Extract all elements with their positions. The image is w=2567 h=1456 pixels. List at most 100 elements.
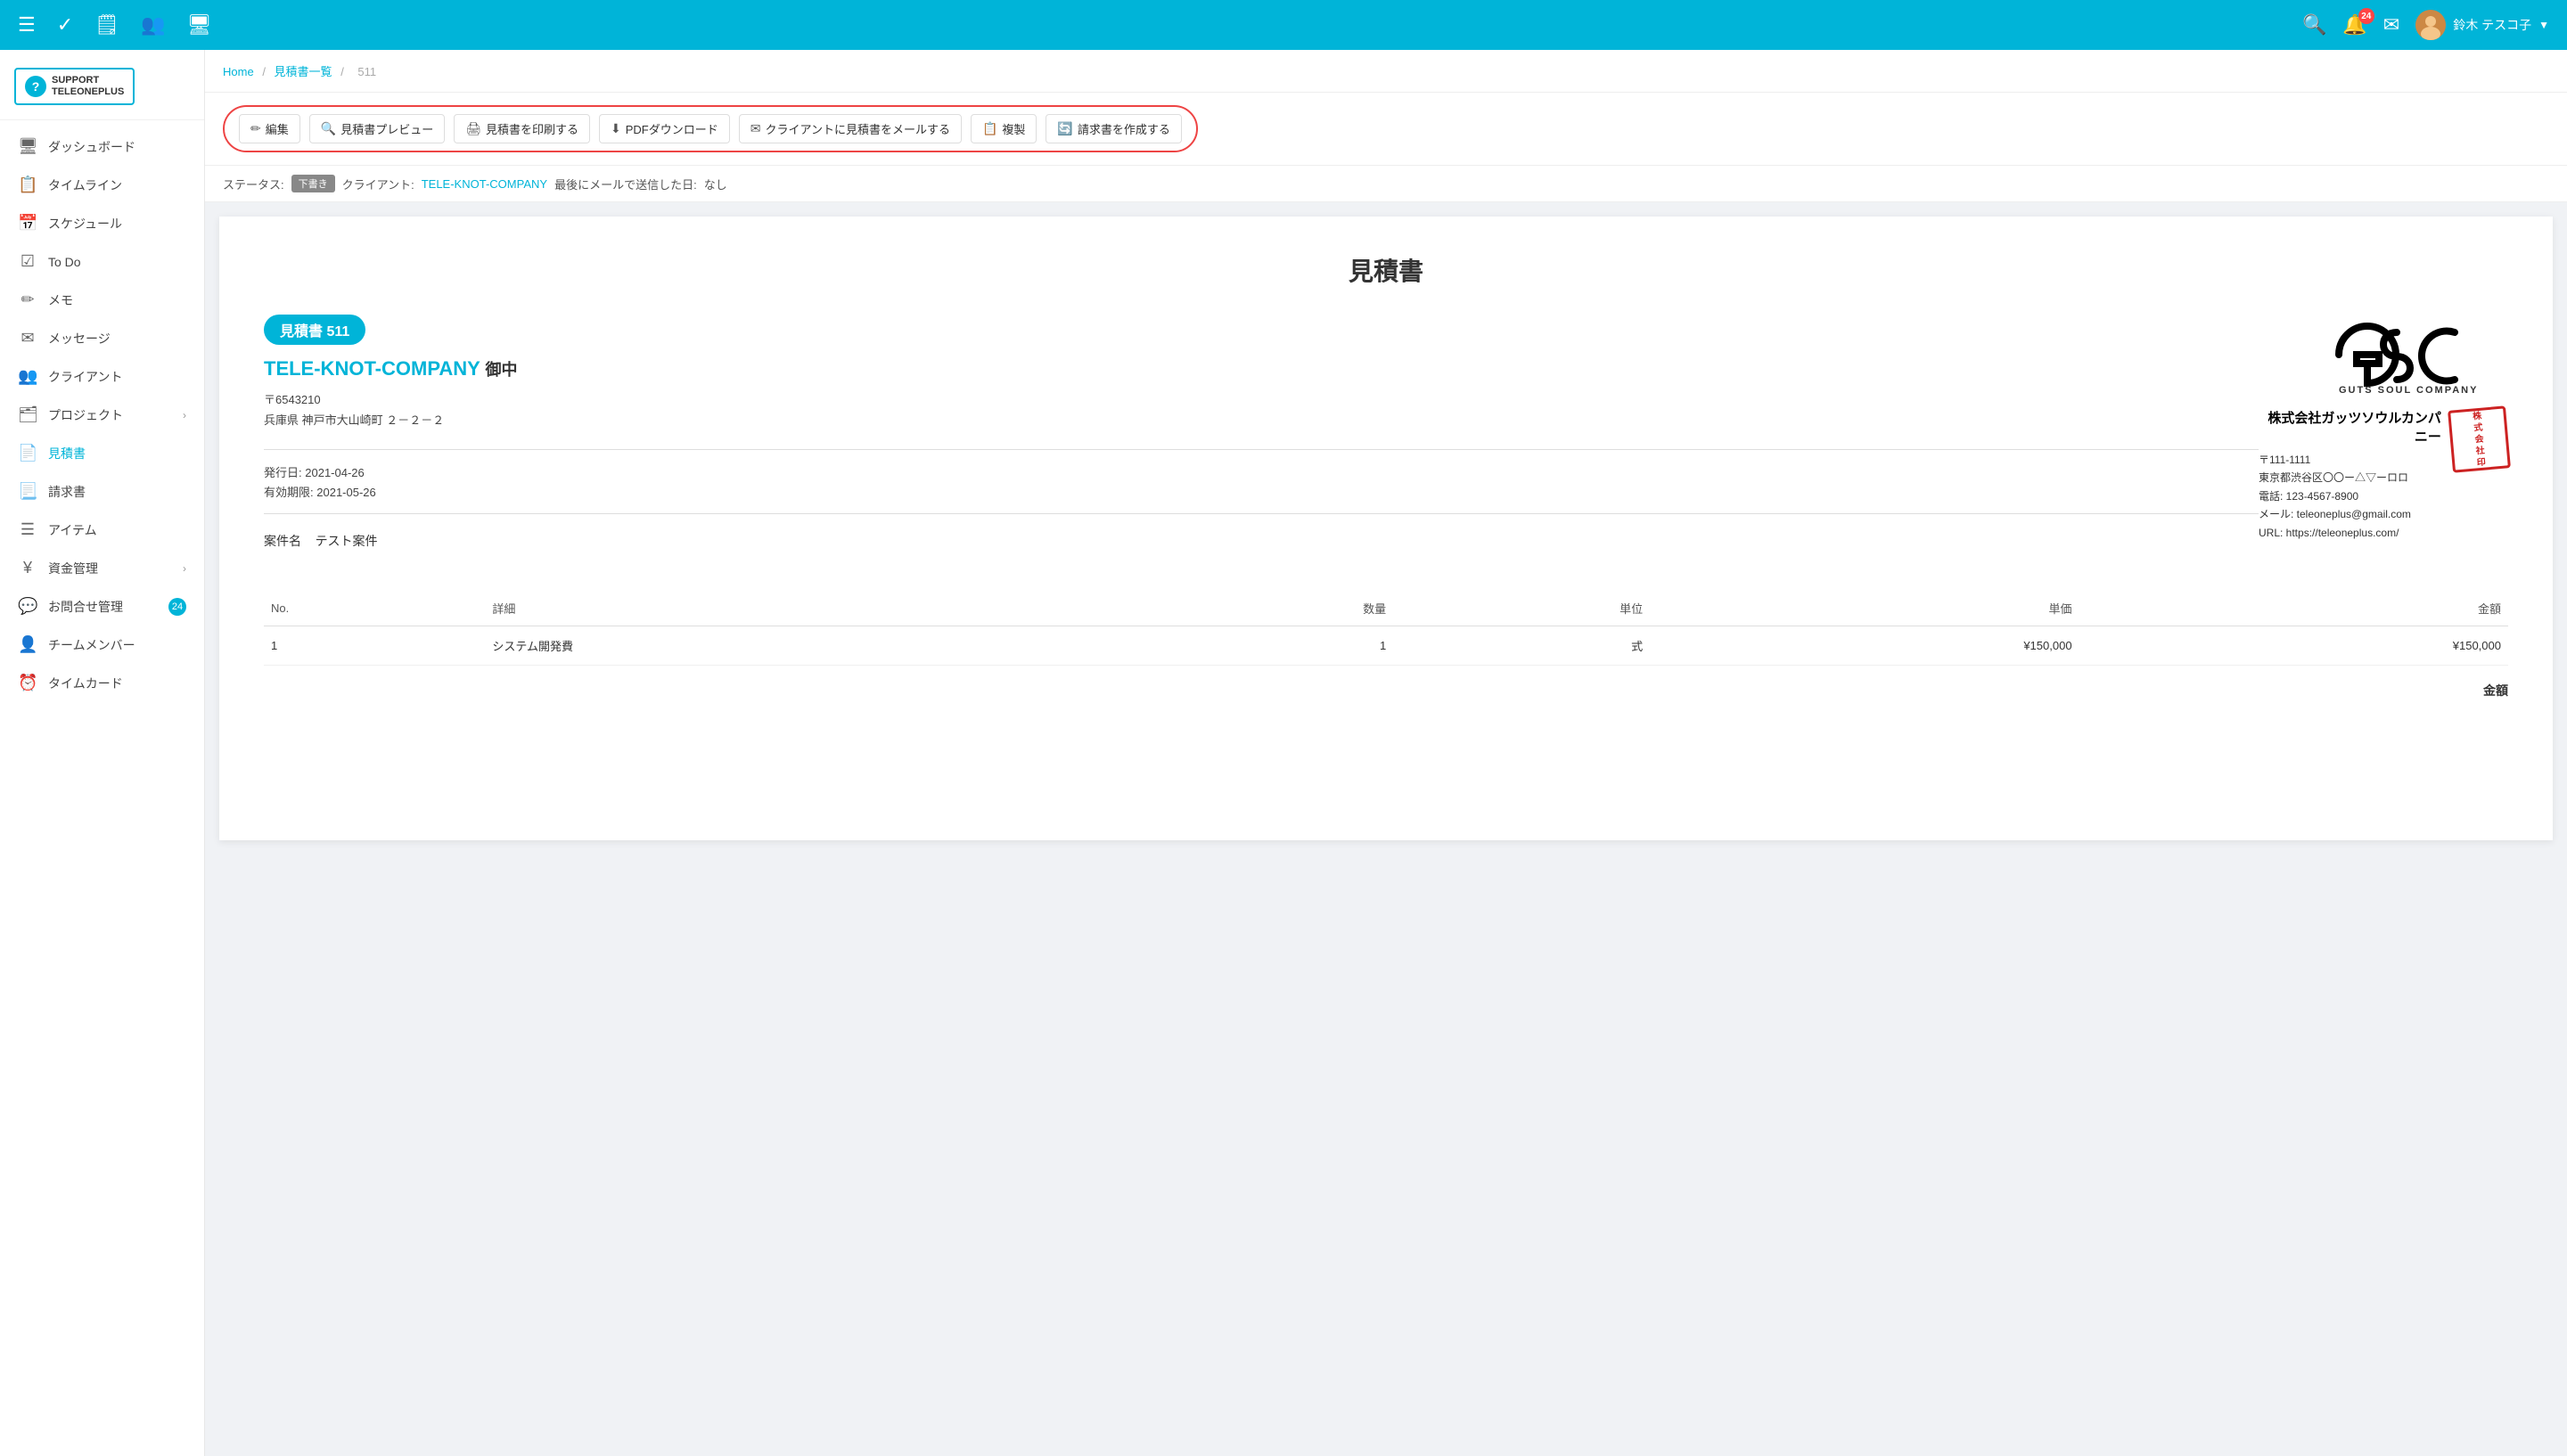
mail-icon: ✉ <box>750 121 761 136</box>
quote-left: 見積書 511 TELE-KNOT-COMPANY 御中 〒6543210 兵庫… <box>264 315 2259 564</box>
users-icon[interactable]: 👥 <box>141 13 165 37</box>
print-icon: 🖨 <box>465 121 481 136</box>
copy-button[interactable]: 📋 複製 <box>971 114 1037 143</box>
edit-icon: ✏ <box>250 121 261 136</box>
logo-area: ? SUPPORTTELEONEPLUS <box>0 59 204 120</box>
sidebar-item-label: 資金管理 <box>48 560 98 577</box>
sidebar-item-timecard[interactable]: ⏰ タイムカード <box>0 664 204 702</box>
sidebar-item-timeline[interactable]: 📋 タイムライン <box>0 166 204 204</box>
email-button[interactable]: ✉ クライアントに見積書をメールする <box>739 114 962 143</box>
company-logo: GUTS SOUL COMPANY <box>2259 315 2508 399</box>
sidebar-item-label: 見積書 <box>48 445 86 462</box>
quote-number-badge: 見積書 511 <box>264 315 365 345</box>
copy-icon: 📋 <box>982 121 997 136</box>
monitor-icon[interactable]: 🖥 <box>187 13 212 37</box>
client-name-link[interactable]: TELE-KNOT-COMPANY <box>422 177 547 191</box>
sidebar-item-finance[interactable]: ¥ 資金管理 › <box>0 549 204 587</box>
toolbar-section: ✏ 編集 🔍 見積書プレビュー 🖨 見積書を印刷する ⬇ PDFダウンロード ✉ <box>205 93 2567 166</box>
col-no: No. <box>264 591 485 626</box>
sidebar-item-invoice[interactable]: 📃 請求書 <box>0 472 204 511</box>
last-sent-value: なし <box>704 176 727 192</box>
quote-header: 見積書 511 TELE-KNOT-COMPANY 御中 〒6543210 兵庫… <box>264 315 2508 564</box>
sidebar-item-label: アイテム <box>48 521 97 539</box>
sidebar: ? SUPPORTTELEONEPLUS 🖥 ダッシュボード 📋 タイムライン … <box>0 50 205 1456</box>
status-badge: 下書き <box>291 175 335 192</box>
dashboard-icon: 🖥 <box>18 137 37 156</box>
user-menu[interactable]: 鈴木 テスコ子 ▼ <box>2415 10 2549 40</box>
table-row: 1 システム開発費 1 式 ¥150,000 ¥150,000 <box>264 626 2508 665</box>
download-icon: ⬇ <box>611 121 621 136</box>
sidebar-item-dashboard[interactable]: 🖥 ダッシュボード <box>0 127 204 166</box>
search-icon: 🔍 <box>321 121 336 136</box>
notification-bell[interactable]: 🔔 24 <box>2342 13 2366 37</box>
row-unit-price: ¥150,000 <box>1650 626 2079 665</box>
sidebar-item-memo[interactable]: ✏ メモ <box>0 281 204 319</box>
pdf-download-button[interactable]: ⬇ PDFダウンロード <box>599 114 730 143</box>
sidebar-item-label: ダッシュボード <box>48 138 135 156</box>
client-address: 〒6543210 兵庫県 神戸市大山崎町 ２－２－２ <box>264 389 2259 431</box>
calendar-nav-icon[interactable]: 🗒 <box>94 13 119 37</box>
avatar <box>2415 10 2446 40</box>
main-content: Home / 見積書一覧 / 511 ✏ 編集 🔍 見積書プレビュー 🖨 見積書… <box>205 50 2567 1456</box>
last-sent-label: 最後にメールで送信した日: <box>554 176 697 192</box>
col-unit: 単位 <box>1393 591 1650 626</box>
edit-button[interactable]: ✏ 編集 <box>239 114 300 143</box>
refresh-icon: 🔄 <box>1057 121 1072 136</box>
quote-title: 見積書 <box>264 252 2508 288</box>
todo-icon: ☑ <box>18 252 37 271</box>
print-button[interactable]: 🖨 見積書を印刷する <box>454 114 590 143</box>
col-qty: 数量 <box>1136 591 1393 626</box>
row-unit: 式 <box>1393 626 1650 665</box>
row-qty: 1 <box>1136 626 1393 665</box>
sidebar-item-estimate[interactable]: 📄 見積書 <box>0 434 204 472</box>
svg-text:GUTS SOUL COMPANY: GUTS SOUL COMPANY <box>2339 385 2478 395</box>
client-label: クライアント: <box>342 176 414 192</box>
sidebar-item-label: クライアント <box>48 368 122 386</box>
sidebar-item-inquiry[interactable]: 💬 お問合せ管理 24 <box>0 587 204 626</box>
preview-button[interactable]: 🔍 見積書プレビュー <box>309 114 445 143</box>
sidebar-item-items[interactable]: ☰ アイテム <box>0 511 204 549</box>
company-stamp: 株式会社印 <box>2448 405 2511 472</box>
items-icon: ☰ <box>18 520 37 539</box>
breadcrumb-separator: / <box>340 65 347 78</box>
create-invoice-button[interactable]: 🔄 請求書を作成する <box>1046 114 1181 143</box>
sidebar-item-label: チームメンバー <box>48 636 135 654</box>
gsc-logo-svg: GUTS SOUL COMPANY <box>2330 315 2508 395</box>
sidebar-item-label: タイムカード <box>48 675 123 692</box>
sidebar-item-client[interactable]: 👥 クライアント <box>0 357 204 396</box>
quote-right: GUTS SOUL COMPANY 株式会社ガッツソウルカンパニー 〒111-1… <box>2259 315 2508 542</box>
sidebar-item-team[interactable]: 👤 チームメンバー <box>0 626 204 664</box>
project-icon: 🗂 <box>18 405 37 424</box>
estimate-icon: 📄 <box>18 444 37 462</box>
breadcrumb-list[interactable]: 見積書一覧 <box>275 65 332 78</box>
issue-date-row: 発行日: 2021-04-26 <box>264 463 2259 480</box>
sidebar-item-project[interactable]: 🗂 プロジェクト › <box>0 396 204 434</box>
sidebar-item-label: お問合せ管理 <box>48 598 123 616</box>
mail-icon[interactable]: ✉ <box>2383 13 2399 37</box>
finance-icon: ¥ <box>18 559 37 577</box>
status-label: ステータス: <box>223 176 284 192</box>
search-icon[interactable]: 🔍 <box>2302 13 2326 37</box>
col-amount: 金額 <box>2079 591 2508 626</box>
breadcrumb-home[interactable]: Home <box>223 65 254 78</box>
sidebar-item-message[interactable]: ✉ メッセージ <box>0 319 204 357</box>
inquiry-icon: 💬 <box>18 597 37 616</box>
arrow-icon: › <box>183 409 186 421</box>
col-unit-price: 単価 <box>1650 591 2079 626</box>
message-icon: ✉ <box>18 329 37 348</box>
sidebar-item-todo[interactable]: ☑ To Do <box>0 242 204 281</box>
stamp-area: 株式会社ガッツソウルカンパニー 〒111-1111 東京都渋谷区〇〇ー△▽ーロロ… <box>2259 408 2508 542</box>
team-icon: 👤 <box>18 635 37 654</box>
expiry-date-row: 有効期限: 2021-05-26 <box>264 483 2259 500</box>
timecard-icon: ⏰ <box>18 674 37 692</box>
breadcrumb: Home / 見積書一覧 / 511 <box>205 50 2567 93</box>
menu-icon[interactable]: ☰ <box>18 13 36 37</box>
sidebar-item-label: To Do <box>48 255 81 269</box>
logo-icon: ? <box>25 76 46 97</box>
row-amount: ¥150,000 <box>2079 626 2508 665</box>
sidebar-item-schedule[interactable]: 📅 スケジュール <box>0 204 204 242</box>
company-info-right: 株式会社ガッツソウルカンパニー 〒111-1111 東京都渋谷区〇〇ー△▽ーロロ… <box>2259 408 2441 542</box>
user-name: 鈴木 テスコ子 <box>2453 16 2531 34</box>
check-icon[interactable]: ✓ <box>57 13 73 37</box>
sidebar-item-label: プロジェクト <box>48 406 123 424</box>
